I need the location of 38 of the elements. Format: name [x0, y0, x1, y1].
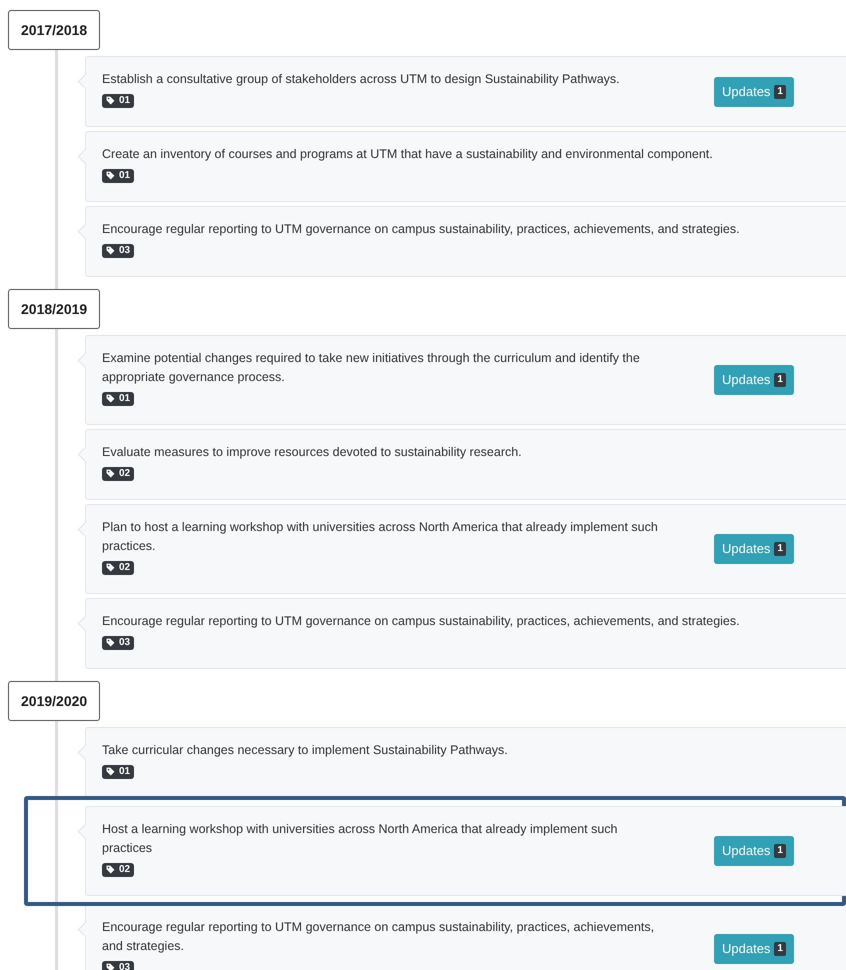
tag-icon	[106, 767, 115, 776]
task-text: Evaluate measures to improve resources devoted to sustainability research.	[102, 444, 523, 461]
task-text: Encourage regular reporting to UTM governance on campus sustainability, practices, achievements, and strategies.	[102, 919, 656, 955]
tag-icon	[106, 865, 115, 874]
tag-icon	[106, 96, 115, 105]
tag-icon	[106, 963, 115, 970]
tag-badge: 02	[102, 560, 134, 574]
year-label: 2019/2020	[8, 681, 100, 721]
updates-button[interactable]: Updates 1	[714, 534, 794, 564]
task-text: Create an inventory of courses and programs at UTM that have a sustainability and environmental component.	[102, 146, 714, 163]
updates-button[interactable]: Updates 1	[714, 836, 794, 866]
tag-badge: 01	[102, 94, 134, 108]
tag-icon	[106, 394, 115, 403]
tag-icon	[106, 246, 115, 255]
updates-button[interactable]: Updates 1	[714, 934, 794, 964]
tag-badge: 03	[102, 960, 134, 970]
tag-badge: 03	[102, 244, 134, 258]
tag-badge: 01	[102, 392, 134, 406]
tag-badge: 03	[102, 636, 134, 650]
tag-icon	[106, 469, 115, 478]
tag-icon	[106, 171, 115, 180]
task-text: Take curricular changes necessary to implement Sustainability Pathways.	[102, 742, 509, 759]
updates-button[interactable]: Updates 1	[714, 76, 794, 106]
task-text: Establish a consultative group of stakeholders across UTM to design Sustainability Pathways.	[102, 71, 621, 88]
year-label: 2017/2018	[8, 10, 100, 50]
task-text: Encourage regular reporting to UTM governance on campus sustainability, practices, achievements, and strategies.	[102, 613, 741, 630]
updates-button[interactable]: Updates 1	[714, 365, 794, 395]
tag-icon	[106, 638, 115, 647]
tag-icon	[106, 563, 115, 572]
task-text: Host a learning workshop with universities across North America that already implement such practices	[102, 821, 619, 857]
tag-badge: 02	[102, 862, 134, 876]
tag-badge: 01	[102, 764, 134, 778]
task-text: Examine potential changes required to take new initiatives through the curriculum and identify the appropriate governance process.	[102, 350, 641, 386]
task-text: Encourage regular reporting to UTM governance on campus sustainability, practices, achievements, and strategies.	[102, 221, 741, 238]
tag-badge: 01	[102, 168, 134, 182]
tag-badge: 02	[102, 466, 134, 480]
year-label: 2018/2019	[8, 289, 100, 329]
task-text: Plan to host a learning workshop with universities across North America that already implement such practices.	[102, 519, 659, 555]
